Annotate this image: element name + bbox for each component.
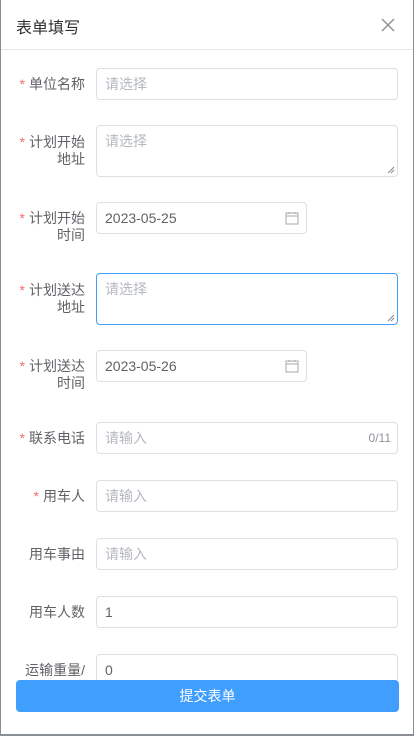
resize-grip-icon[interactable] <box>387 314 395 322</box>
dest-time-label: * 计划送达 时间 <box>19 358 85 391</box>
start-time-label: * 计划开始 时间 <box>19 210 85 243</box>
user-count-label: 用车人数 <box>29 604 85 620</box>
user-label: * 用车人 <box>33 488 85 504</box>
weight-input[interactable]: 0 <box>96 654 398 680</box>
user-count-input[interactable]: 1 <box>96 596 398 628</box>
dialog-header: 表单填写 <box>1 0 413 50</box>
weight-row: 运输重量/ 0 <box>1 654 413 680</box>
calendar-icon[interactable] <box>285 359 299 373</box>
reason-label: 用车事由 <box>29 546 85 562</box>
form-dialog: 表单填写 * 单位名称 请选择 * 计划开始 地址 请选择 * 计划开始 时间 2023-… <box>1 0 413 734</box>
dialog-title: 表单填写 <box>16 20 81 37</box>
submit-button[interactable]: 提交表单 <box>16 680 399 712</box>
dest-time-datepicker[interactable]: 2023-05-26 <box>96 350 307 382</box>
char-counter: 0/11 <box>368 431 391 445</box>
resize-grip-icon[interactable] <box>387 166 395 174</box>
unit-name-label: * 单位名称 <box>19 76 85 92</box>
weight-label: 运输重量/ <box>25 662 85 678</box>
dest-address-textarea[interactable]: 请选择 <box>96 273 398 325</box>
reason-input[interactable]: 请输入 <box>96 538 398 570</box>
start-time-datepicker[interactable]: 2023-05-25 <box>96 202 307 234</box>
user-input[interactable]: 请输入 <box>96 480 398 512</box>
calendar-icon[interactable] <box>285 211 299 225</box>
close-icon[interactable] <box>377 14 399 36</box>
phone-input[interactable]: 请输入 0/11 <box>96 422 398 454</box>
start-address-label: * 计划开始 地址 <box>19 134 85 167</box>
phone-label: * 联系电话 <box>19 430 85 446</box>
dest-address-label: * 计划送达 地址 <box>19 282 85 315</box>
start-address-textarea[interactable]: 请选择 <box>96 125 398 177</box>
unit-name-select[interactable]: 请选择 <box>96 68 398 100</box>
